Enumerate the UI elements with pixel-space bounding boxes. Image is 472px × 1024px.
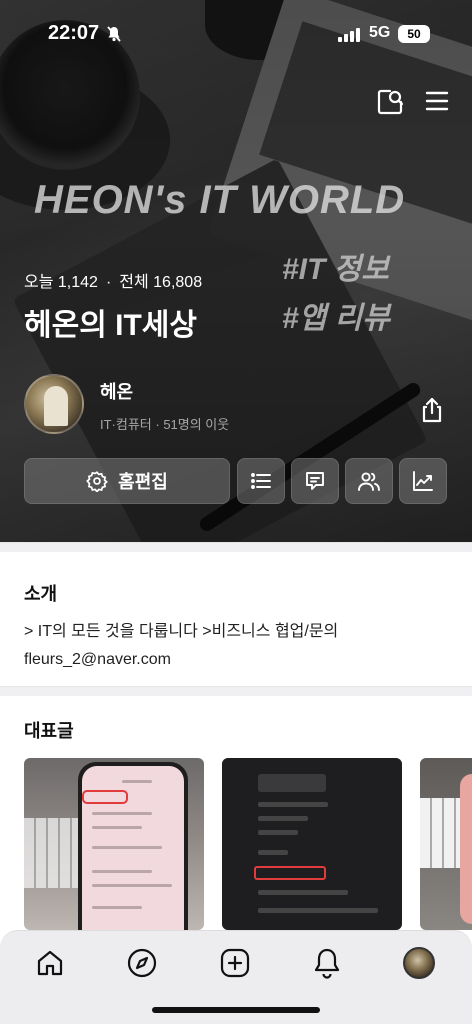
home-indicator: [152, 1007, 320, 1013]
stats-icon: [413, 471, 433, 491]
blog-cover: 22:07 5G 50 HEON's IT WORLD #IT 정보 #앱 리뷰…: [0, 0, 472, 542]
visitor-stats: 오늘 1,142 · 전체 16,808: [24, 268, 202, 292]
featured-post-thumbnail[interactable]: [420, 758, 472, 930]
owner-meta: IT·컴퓨터 · 51명의 이웃: [100, 417, 230, 432]
profile-avatar[interactable]: [403, 947, 435, 979]
status-bar: 22:07 5G 50: [0, 22, 472, 50]
status-time: 22:07: [48, 22, 100, 44]
guestbook-button[interactable]: [291, 458, 339, 504]
statistics-button[interactable]: [399, 458, 447, 504]
intro-heading: 소개: [24, 584, 58, 604]
silent-mode-icon: [107, 26, 121, 45]
comment-icon: [306, 472, 324, 490]
section-divider: [0, 542, 472, 552]
owner-name[interactable]: 헤온: [100, 378, 133, 404]
cover-tag: #IT 정보: [282, 253, 389, 286]
cover-tag: #앱 리뷰: [282, 302, 390, 335]
owner-avatar[interactable]: [24, 374, 84, 434]
search-icon[interactable]: [376, 88, 404, 116]
network-type: 5G: [369, 24, 391, 41]
section-divider: [0, 686, 472, 696]
home-icon[interactable]: [34, 947, 66, 979]
menu-icon[interactable]: [424, 88, 450, 114]
battery-level: 50: [398, 25, 430, 43]
featured-heading: 대표글: [24, 721, 74, 741]
notification-icon[interactable]: [311, 947, 343, 979]
cover-brand-title: HEON's IT WORLD: [34, 178, 406, 222]
neighbors-icon: [358, 472, 380, 491]
featured-posts-carousel[interactable]: [24, 758, 472, 930]
featured-post-thumbnail[interactable]: [24, 758, 204, 930]
gear-icon: [86, 471, 109, 492]
blog-title: 헤온의 IT세상: [24, 309, 197, 342]
write-icon[interactable]: [219, 947, 251, 979]
neighbors-button[interactable]: [345, 458, 393, 504]
intro-text: > IT의 모든 것을 다룹니다 >비즈니스 협업/문의 fleurs_2@na…: [24, 623, 339, 668]
edit-home-label: 홈편집: [118, 472, 168, 492]
blog-actions: 홈편집: [0, 458, 472, 504]
edit-home-button[interactable]: 홈편집: [24, 458, 230, 504]
post-list-button[interactable]: [237, 458, 285, 504]
today-count: 오늘 1,142: [24, 274, 98, 291]
list-icon: [251, 473, 271, 489]
explore-icon[interactable]: [126, 947, 158, 979]
share-icon[interactable]: [418, 396, 446, 424]
featured-post-thumbnail[interactable]: [222, 758, 402, 930]
total-count: 전체 16,808: [119, 274, 203, 291]
stats-separator: ·: [105, 274, 112, 291]
cellular-signal-icon: [338, 28, 362, 42]
